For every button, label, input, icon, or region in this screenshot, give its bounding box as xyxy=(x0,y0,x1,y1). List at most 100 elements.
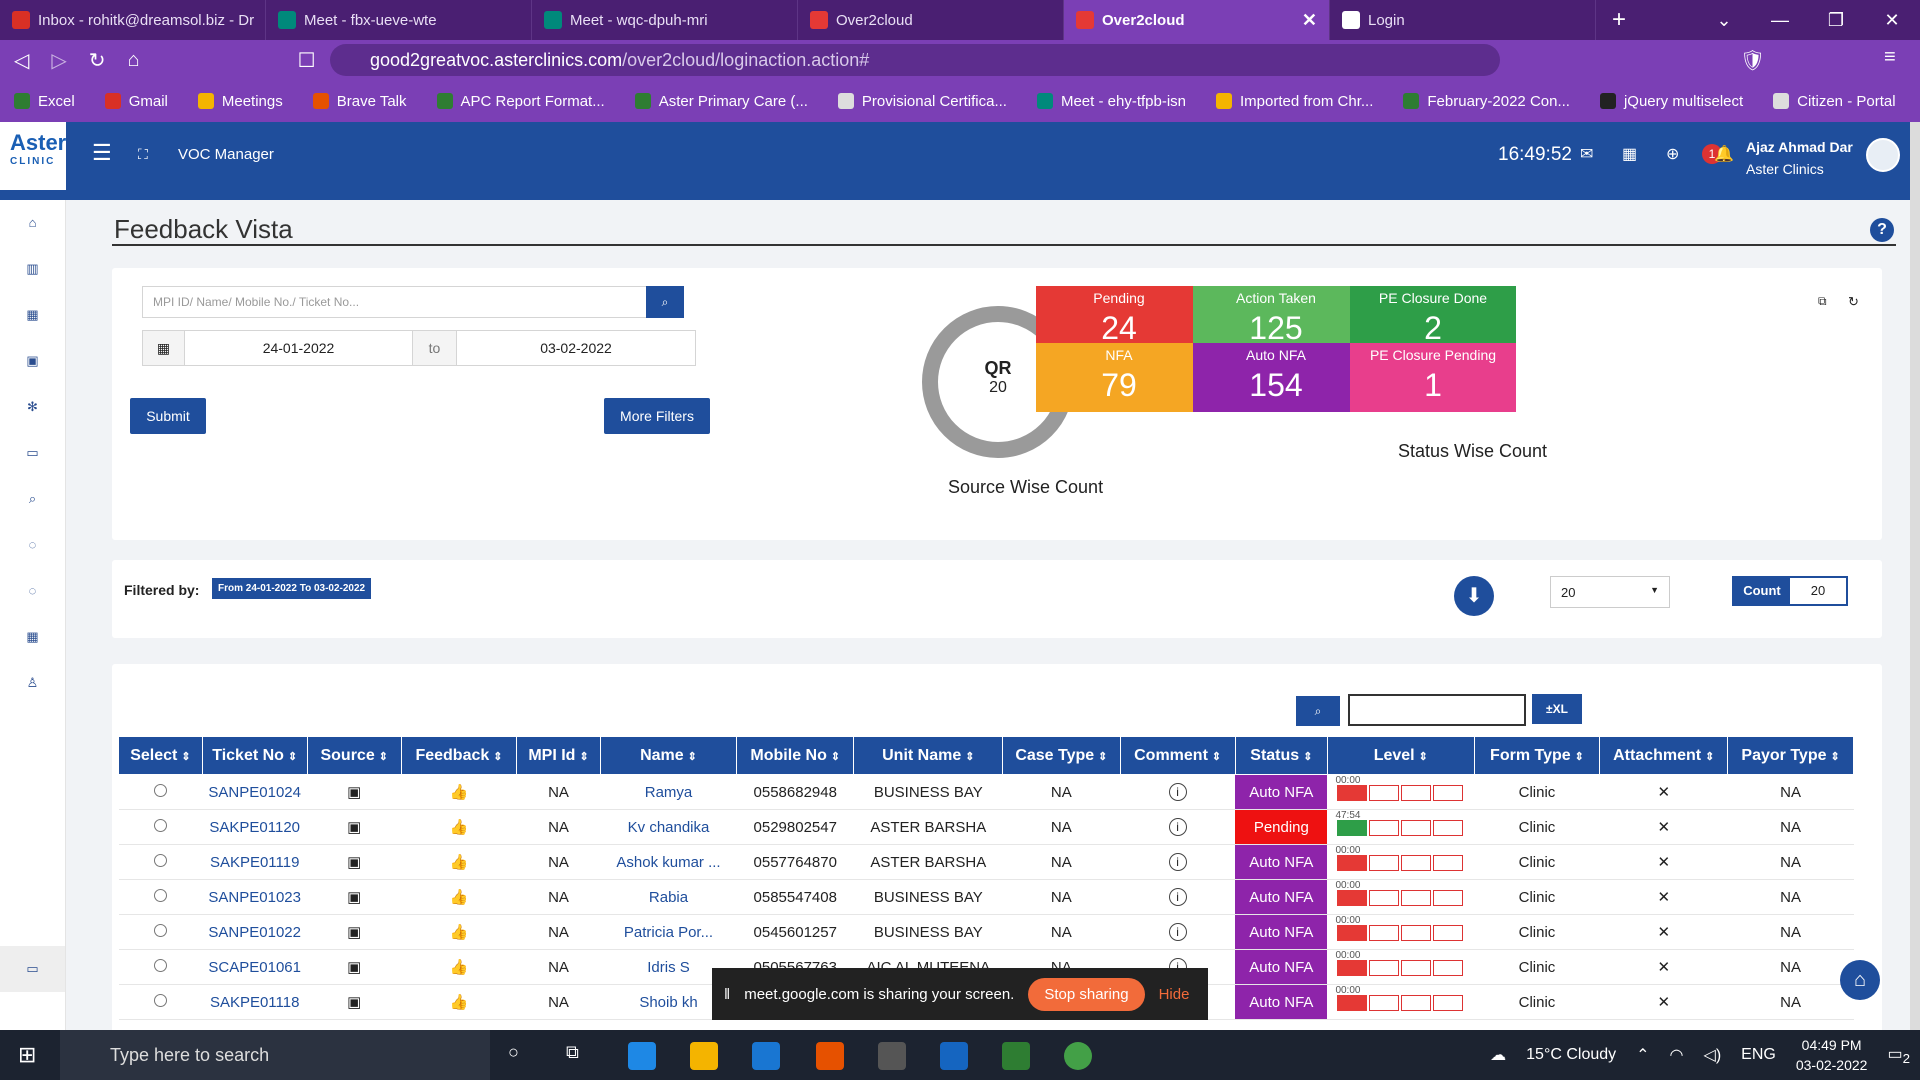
sidebar-settings-icon[interactable]: ✻ xyxy=(0,384,65,430)
bookmark-item[interactable]: Citizen - Portal xyxy=(1773,93,1896,110)
excel-icon[interactable] xyxy=(1002,1042,1030,1070)
column-header[interactable]: Attachment ⇕ xyxy=(1599,736,1729,775)
browser-tab[interactable]: Inbox - rohitk@dreamsol.biz - Dr xyxy=(0,0,266,40)
status-badge[interactable]: Auto NFA xyxy=(1235,879,1328,915)
chrome-icon[interactable] xyxy=(1064,1042,1092,1070)
ticket-link[interactable]: SANPE01022 xyxy=(202,914,308,950)
add-icon[interactable]: ⊕ xyxy=(1666,144,1679,164)
select-radio[interactable] xyxy=(153,993,167,1007)
sidebar-home-icon[interactable]: ⌂ xyxy=(0,200,65,246)
avatar[interactable] xyxy=(1866,138,1900,172)
level-box[interactable] xyxy=(1433,785,1464,801)
status-badge[interactable]: Auto NFA xyxy=(1235,774,1328,810)
column-header[interactable]: Comment ⇕ xyxy=(1119,736,1236,775)
sidebar-folder-icon[interactable]: ▭ xyxy=(0,430,65,476)
status-badge[interactable]: Auto NFA xyxy=(1235,984,1328,1020)
status-tile[interactable]: PE Closure Pending 1 xyxy=(1350,343,1516,412)
ticket-link[interactable]: SCAPE01061 xyxy=(202,949,308,985)
name-link[interactable]: Ramya xyxy=(600,774,737,810)
level-box[interactable] xyxy=(1401,925,1432,941)
select-radio[interactable] xyxy=(153,783,167,797)
ticket-link[interactable]: SAKPE01119 xyxy=(202,844,308,880)
select-radio[interactable] xyxy=(153,853,167,867)
bookmark-item[interactable]: Imported from Chr... xyxy=(1216,93,1373,110)
cortana-icon[interactable]: ○ xyxy=(508,1042,519,1063)
scroll-home-button[interactable]: ⌂ xyxy=(1840,960,1880,1000)
name-link[interactable]: Patricia Por... xyxy=(600,914,737,950)
wifi-icon[interactable]: ◠ xyxy=(1670,1045,1684,1065)
forward-icon[interactable]: ▷ xyxy=(51,48,66,73)
bookmark-item[interactable]: APC Report Format... xyxy=(436,93,605,110)
mail-icon[interactable]: ✉ xyxy=(1580,144,1593,164)
ticket-link[interactable]: SAKPE01120 xyxy=(202,809,308,845)
sidebar-apps-icon[interactable]: ▦ xyxy=(0,614,65,660)
level-box[interactable] xyxy=(1369,925,1400,941)
stop-sharing-button[interactable]: Stop sharing xyxy=(1028,977,1145,1011)
scrollbar[interactable] xyxy=(1910,122,1920,1030)
language-indicator[interactable]: ENG xyxy=(1741,1046,1776,1064)
status-tile[interactable]: NFA 79 xyxy=(1036,343,1202,412)
info-icon[interactable]: i xyxy=(1168,888,1187,906)
level-box[interactable] xyxy=(1369,820,1400,836)
minimize-icon[interactable]: — xyxy=(1752,0,1808,40)
column-header[interactable]: Level ⇕ xyxy=(1326,736,1475,775)
table-search-input[interactable] xyxy=(1348,694,1526,726)
windows-start-icon[interactable]: ⊞ xyxy=(18,1042,36,1068)
select-radio[interactable] xyxy=(153,888,167,902)
more-filters-button[interactable]: More Filters xyxy=(604,398,710,434)
level-box[interactable] xyxy=(1369,855,1400,871)
bookmark-item[interactable]: February-2022 Con... xyxy=(1403,93,1570,110)
bookmark-item[interactable]: Brave Talk xyxy=(312,93,407,110)
browser-tab[interactable]: Login xyxy=(1330,0,1596,40)
column-header[interactable]: Mobile No ⇕ xyxy=(736,736,855,775)
ticket-link[interactable]: SANPE01024 xyxy=(202,774,308,810)
submit-button[interactable]: Submit xyxy=(130,398,206,434)
mail-app-icon[interactable] xyxy=(752,1042,780,1070)
name-link[interactable]: Rabia xyxy=(600,879,737,915)
column-header[interactable]: MPI Id ⇕ xyxy=(516,736,601,775)
select-radio[interactable] xyxy=(153,958,167,972)
level-box-active[interactable] xyxy=(1337,855,1368,871)
app-icon[interactable] xyxy=(878,1042,906,1070)
bookmark-item[interactable]: Excel xyxy=(14,93,75,110)
sidebar-message-icon[interactable]: ◌ xyxy=(0,568,65,614)
level-box[interactable] xyxy=(1401,785,1432,801)
hide-button[interactable]: Hide xyxy=(1159,986,1190,1003)
file-explorer-icon[interactable] xyxy=(690,1042,718,1070)
column-header[interactable]: Ticket No ⇕ xyxy=(201,736,308,775)
level-box[interactable] xyxy=(1369,890,1400,906)
status-badge[interactable]: Auto NFA xyxy=(1235,949,1328,985)
ticket-link[interactable]: SANPE01023 xyxy=(202,879,308,915)
taskbar-clock[interactable]: 04:49 PM 03-02-2022 xyxy=(1796,1035,1868,1075)
column-header[interactable]: Feedback ⇕ xyxy=(400,736,518,775)
info-icon[interactable]: i xyxy=(1168,818,1187,836)
browser-tab[interactable]: Meet - wqc-dpuh-mri xyxy=(532,0,798,40)
browser-tab[interactable]: Meet - fbx-ueve-wte xyxy=(266,0,532,40)
table-row[interactable]: SAKPE01120 ▣ 👍 NA Kv chandika 0529802547 ASTER… xyxy=(118,809,1854,845)
bell-icon[interactable]: 🔔 xyxy=(1714,144,1734,164)
back-icon[interactable]: ◁ xyxy=(14,48,29,73)
column-header[interactable]: Select ⇕ xyxy=(118,736,203,775)
info-icon[interactable]: i xyxy=(1168,853,1187,871)
page-size-select[interactable]: 20 ▼ xyxy=(1550,576,1670,608)
status-badge[interactable]: Auto NFA xyxy=(1235,844,1328,880)
brave-shield-icon[interactable]: 🛡 xyxy=(1740,48,1765,73)
bookmark-item[interactable]: Meetings xyxy=(197,93,283,110)
column-header[interactable]: Source ⇕ xyxy=(306,736,402,775)
filter-chip[interactable]: From 24-01-2022 To 03-02-2022 xyxy=(212,578,372,599)
level-box[interactable] xyxy=(1401,890,1432,906)
browser-tab[interactable]: Over2cloud xyxy=(798,0,1064,40)
tray-up-icon[interactable]: ⌃ xyxy=(1636,1045,1649,1065)
level-box[interactable] xyxy=(1401,960,1432,976)
app-icon-2[interactable] xyxy=(940,1042,968,1070)
close-tab-icon[interactable]: ✕ xyxy=(1302,10,1317,31)
drag-handle-icon[interactable]: ‖ xyxy=(724,986,730,1003)
expand-icon[interactable]: ⛶ xyxy=(138,146,148,163)
bookmark-item[interactable]: Aster Primary Care (... xyxy=(634,93,808,110)
sidebar-search-icon[interactable]: ⌕ xyxy=(0,476,65,522)
search-input[interactable]: MPI ID/ Name/ Mobile No./ Ticket No... xyxy=(142,286,652,318)
sidebar-doc-icon[interactable]: ▣ xyxy=(0,338,65,384)
ticket-link[interactable]: SAKPE01118 xyxy=(202,984,308,1020)
level-box[interactable] xyxy=(1369,785,1400,801)
help-icon[interactable]: ? xyxy=(1870,218,1894,242)
